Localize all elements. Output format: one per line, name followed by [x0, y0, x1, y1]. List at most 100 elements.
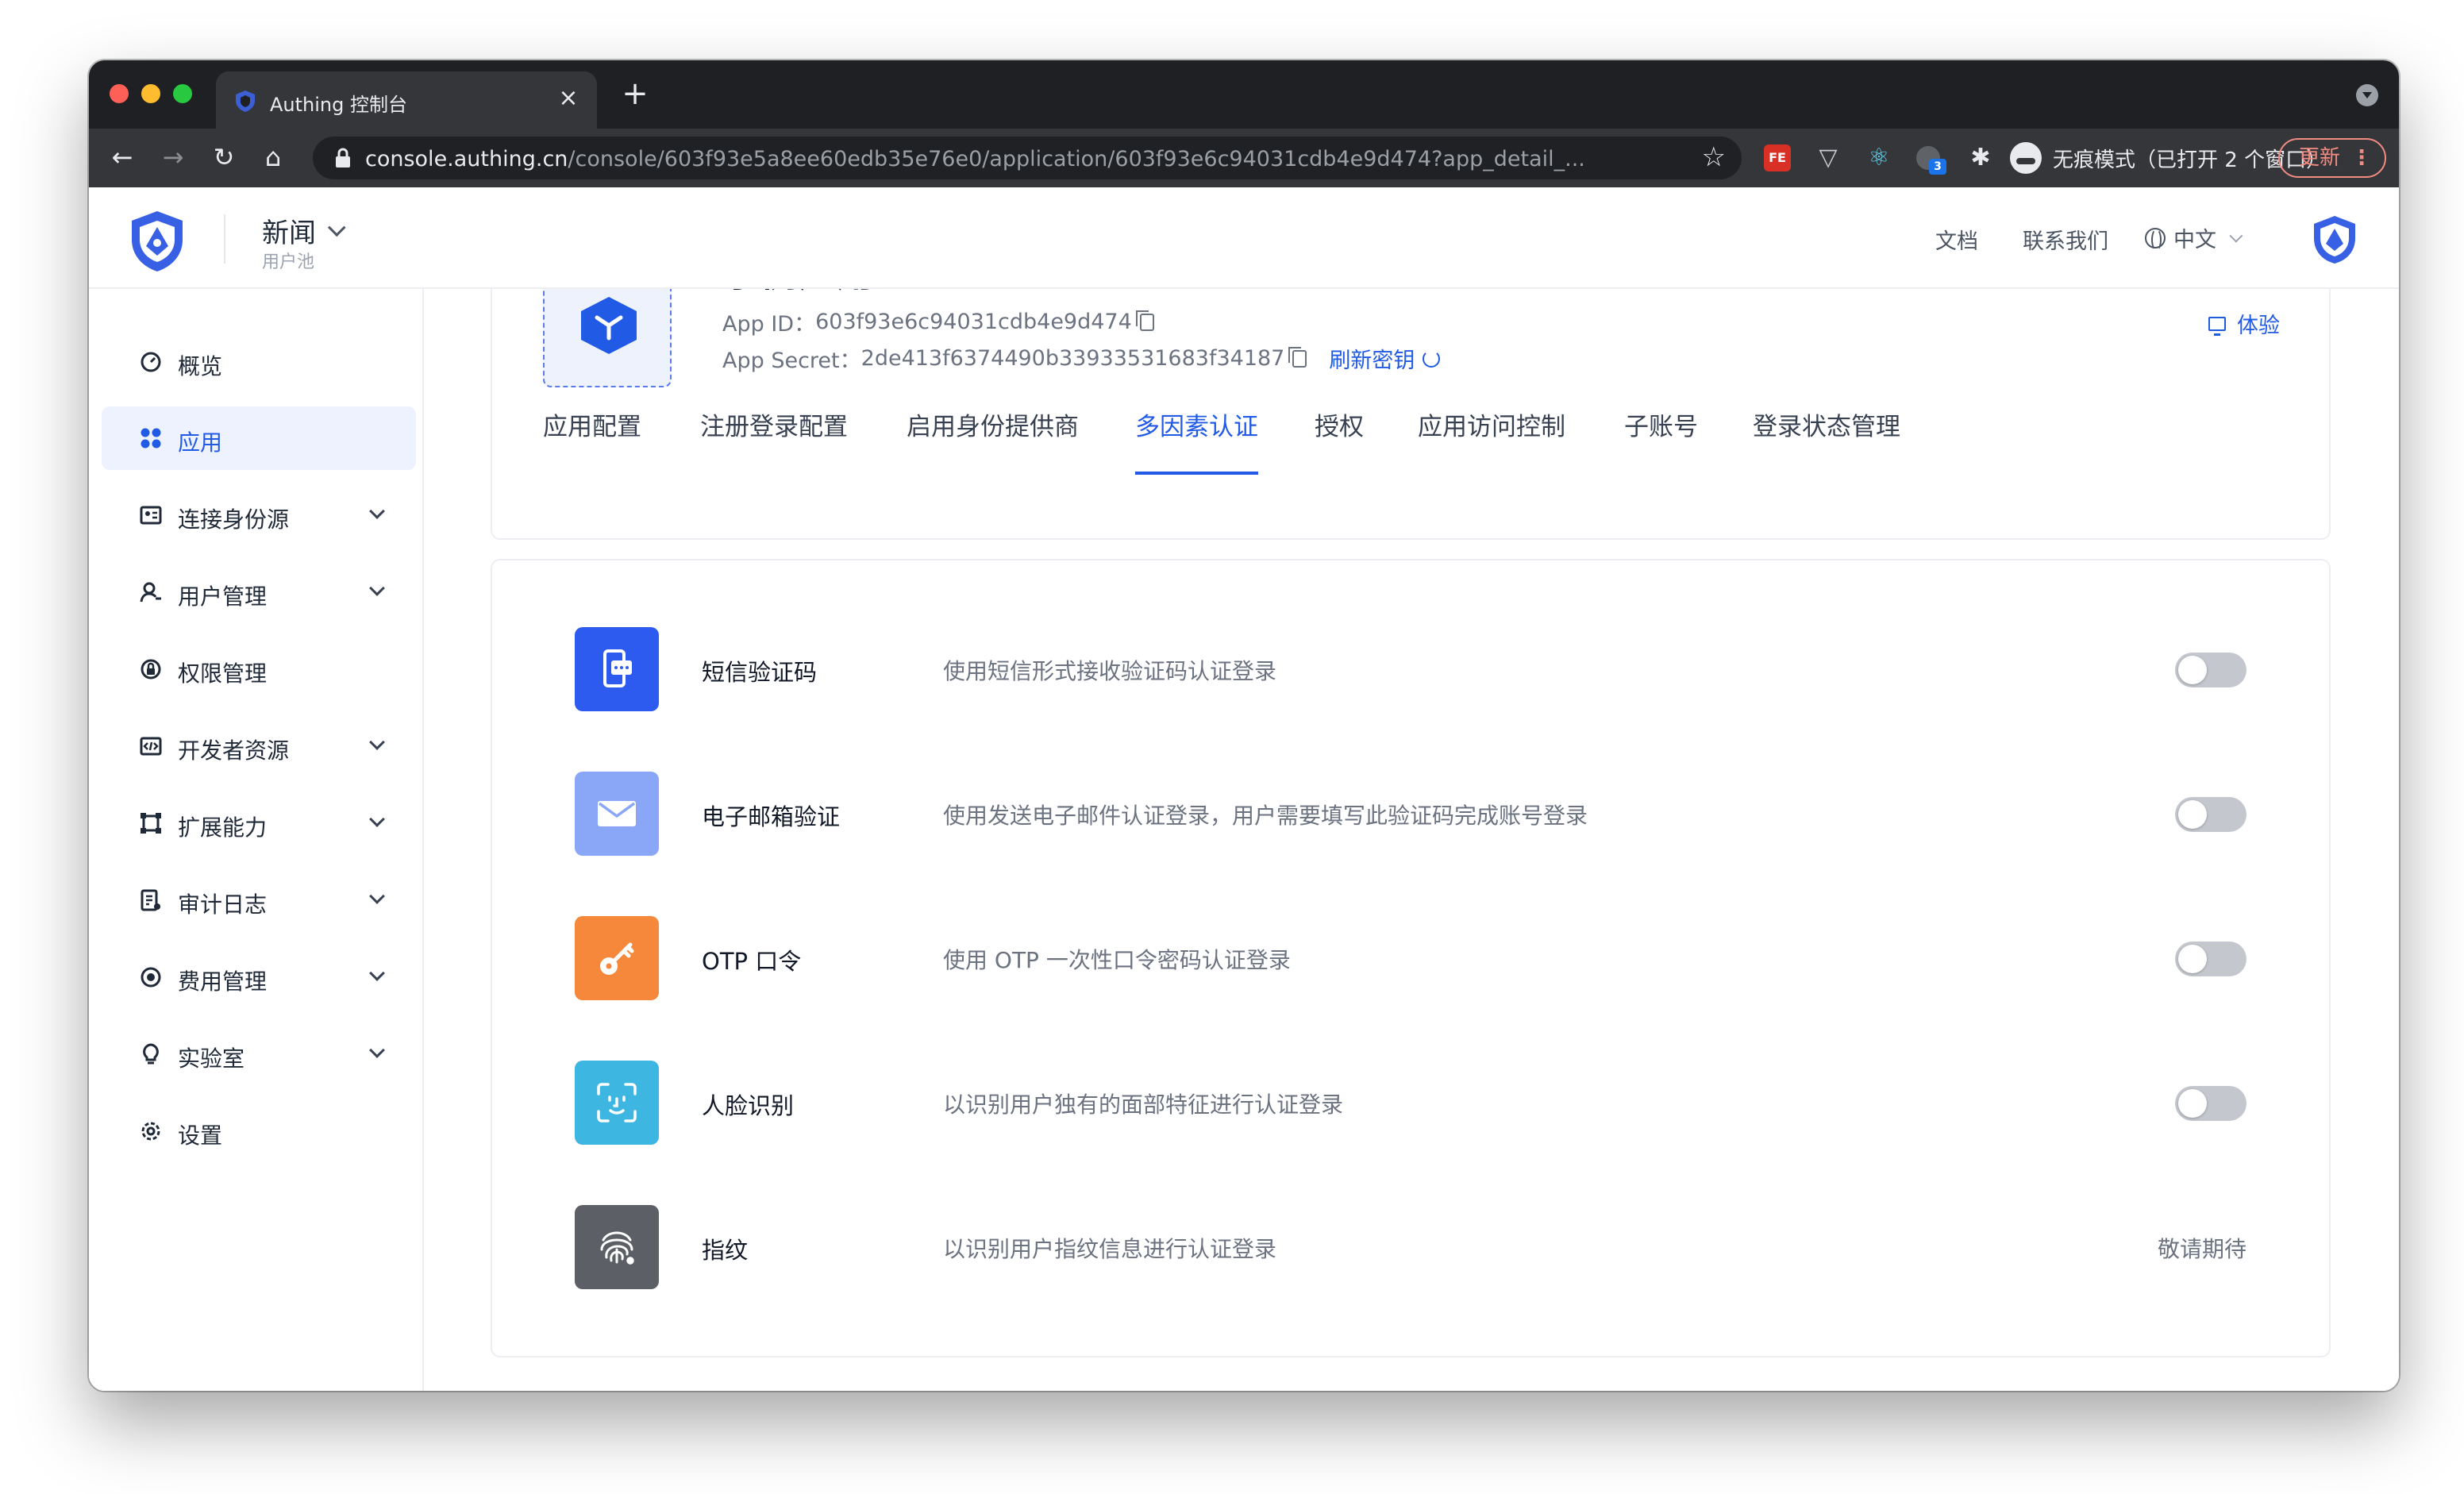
app-id-value: 603f93e6c94031cdb4e9d474	[815, 310, 1132, 334]
new-tab-button[interactable]: +	[618, 76, 653, 111]
app-tabs: 应用配置 注册登录配置 启用身份提供商 多因素认证 授权 应用访问控制 子账号 …	[492, 395, 2329, 475]
app-secret-row: App Secret： 2de413f6374490b33933531683f3…	[722, 343, 1441, 374]
browser-tabbar: Authing 控制台 × +	[89, 60, 2399, 129]
mfa-name: 人脸识别	[702, 1092, 795, 1119]
mfa-list-card: 短信验证码 使用短信形式接收验证码认证登录 电子邮箱验证 使用发送电子邮件认证登…	[491, 559, 2331, 1357]
dashboard-icon	[141, 352, 161, 372]
chevron-down-icon	[369, 888, 385, 904]
userpool-switcher[interactable]: 新闻	[262, 211, 346, 250]
app-cube-icon	[581, 297, 637, 354]
chevron-down-icon	[2229, 229, 2243, 243]
sidebar-item-overview[interactable]: 概览	[102, 330, 416, 394]
sidebar-item-billing[interactable]: 费用管理	[102, 945, 416, 1009]
mfa-name: OTP 口令	[702, 948, 802, 975]
lock-icon	[336, 148, 350, 167]
bookmark-star-icon[interactable]: ☆	[1702, 141, 1726, 173]
tab-identity-providers[interactable]: 启用身份提供商	[907, 406, 1079, 475]
sidebar-item-applications[interactable]: 应用	[102, 406, 416, 470]
browser-tab-active[interactable]: Authing 控制台 ×	[216, 71, 597, 129]
mfa-row-sms: 短信验证码 使用短信形式接收验证码认证登录	[492, 627, 2329, 711]
coming-soon-label: 敬请期待	[2157, 1236, 2246, 1262]
maximize-window-button[interactable]	[173, 84, 192, 103]
otp-mfa-toggle[interactable]	[2175, 941, 2246, 976]
sidebar-item-audit-logs[interactable]: 审计日志	[102, 868, 416, 932]
fe-extension-icon[interactable]: FE	[1764, 144, 1791, 171]
contact-link[interactable]: 联系我们	[2023, 224, 2108, 255]
mfa-row-email: 电子邮箱验证 使用发送电子邮件认证登录，用户需要填写此验证码完成账号登录	[492, 772, 2329, 856]
sms-mfa-toggle[interactable]	[2175, 653, 2246, 687]
copy-icon[interactable]	[1288, 346, 1307, 368]
gear-icon	[141, 1122, 160, 1141]
language-switcher[interactable]: 中文	[2145, 222, 2243, 253]
forward-arrow-icon[interactable]: →	[156, 140, 191, 175]
sidebar-item-lab[interactable]: 实验室	[102, 1022, 416, 1086]
email-mfa-toggle[interactable]	[2175, 797, 2246, 832]
authing-favicon-icon	[236, 90, 255, 112]
language-label: 中文	[2173, 228, 2216, 252]
minimize-window-button[interactable]	[141, 84, 160, 103]
sidebar-item-identity-sources[interactable]: 连接身份源	[102, 483, 416, 547]
home-icon[interactable]: ⌂	[256, 140, 291, 175]
app-secret-value: 2de413f6374490b33933531683f34187	[860, 346, 1285, 371]
userpool-name: 新闻	[262, 218, 316, 249]
header-divider	[224, 214, 225, 264]
authing-console: 新闻 用户池 文档 联系我们 中文 概览 应用 连接身份源 用户管理 权限管理 …	[89, 187, 2399, 1391]
document-log-icon	[141, 889, 160, 911]
chevron-down-icon	[369, 1042, 385, 1058]
refresh-secret-link[interactable]: 刷新密钥	[1329, 343, 1441, 374]
app-name: 示例应用	[722, 289, 875, 297]
permission-lock-icon	[141, 659, 161, 680]
app-info-card: 示例应用 App ID： 603f93e6c94031cdb4e9d474 Ap…	[491, 289, 2331, 540]
mfa-name: 指纹	[702, 1237, 749, 1264]
extension-frame-icon	[141, 813, 161, 834]
mfa-row-face: 人脸识别 以识别用户独有的面部特征进行认证登录	[492, 1061, 2329, 1145]
sidebar-item-user-management[interactable]: 用户管理	[102, 560, 416, 624]
tab-access-control[interactable]: 应用访问控制	[1418, 406, 1565, 475]
sidebar-item-permissions[interactable]: 权限管理	[102, 637, 416, 701]
browser-toolbar: ← → ↻ ⌂ console.authing.cn/console/603f9…	[89, 129, 2399, 187]
id-card-icon	[140, 506, 162, 525]
chevron-down-icon	[369, 734, 385, 750]
tab-login-state[interactable]: 登录状态管理	[1753, 406, 1900, 475]
sidebar-item-developer[interactable]: 开发者资源	[102, 714, 416, 778]
update-button[interactable]: 更新 ⋮	[2278, 138, 2386, 178]
email-icon	[575, 772, 659, 856]
tab-app-config[interactable]: 应用配置	[543, 406, 641, 475]
sidebar-item-settings[interactable]: 设置	[102, 1099, 416, 1163]
dark-extension-icon[interactable]: 3	[1915, 144, 1946, 175]
react-devtools-icon[interactable]: ⚛	[1865, 144, 1892, 171]
reload-icon[interactable]: ↻	[206, 140, 241, 175]
mfa-desc: 以识别用户独有的面部特征进行认证登录	[943, 1092, 1344, 1118]
address-bar[interactable]: console.authing.cn/console/603f93e5a8ee6…	[313, 137, 1742, 179]
tab-mfa[interactable]: 多因素认证	[1135, 406, 1258, 475]
vue-devtools-icon[interactable]: ▽	[1815, 144, 1842, 171]
tab-authorization[interactable]: 授权	[1315, 406, 1364, 475]
more-menu-icon[interactable]: ⋮	[2351, 140, 2372, 176]
copy-icon[interactable]	[1135, 310, 1154, 331]
app-logo-upload[interactable]	[543, 289, 672, 387]
code-icon	[140, 737, 162, 756]
face-mfa-toggle[interactable]	[2175, 1086, 2246, 1121]
extensions-puzzle-icon[interactable]: ✱	[1967, 144, 1994, 171]
authing-logo-icon[interactable]	[129, 210, 186, 273]
sidebar-item-extensions[interactable]: 扩展能力	[102, 791, 416, 855]
monitor-icon	[2208, 316, 2226, 336]
docs-link[interactable]: 文档	[1935, 224, 1978, 255]
url-text: console.authing.cn/console/603f93e5a8ee6…	[365, 147, 1585, 171]
tab-sub-accounts[interactable]: 子账号	[1624, 406, 1698, 475]
user-avatar[interactable]	[2312, 214, 2358, 265]
fingerprint-icon	[575, 1205, 659, 1289]
tab-close-icon[interactable]: ×	[554, 84, 583, 113]
tab-search-icon[interactable]	[2356, 84, 2378, 106]
close-window-button[interactable]	[110, 84, 129, 103]
chevron-down-icon	[369, 965, 385, 981]
update-label: 更新	[2299, 146, 2341, 170]
try-app-button[interactable]: 体验	[2208, 308, 2280, 339]
mfa-desc: 使用 OTP 一次性口令密码认证登录	[943, 947, 1291, 973]
browser-window: Authing 控制台 × + ← → ↻ ⌂ console.authing.…	[89, 60, 2399, 1391]
billing-coin-icon	[141, 967, 161, 988]
chevron-down-icon	[369, 811, 385, 827]
extension-badge: 3	[1929, 159, 1946, 175]
back-arrow-icon[interactable]: ←	[105, 140, 140, 175]
tab-login-config[interactable]: 注册登录配置	[700, 406, 848, 475]
